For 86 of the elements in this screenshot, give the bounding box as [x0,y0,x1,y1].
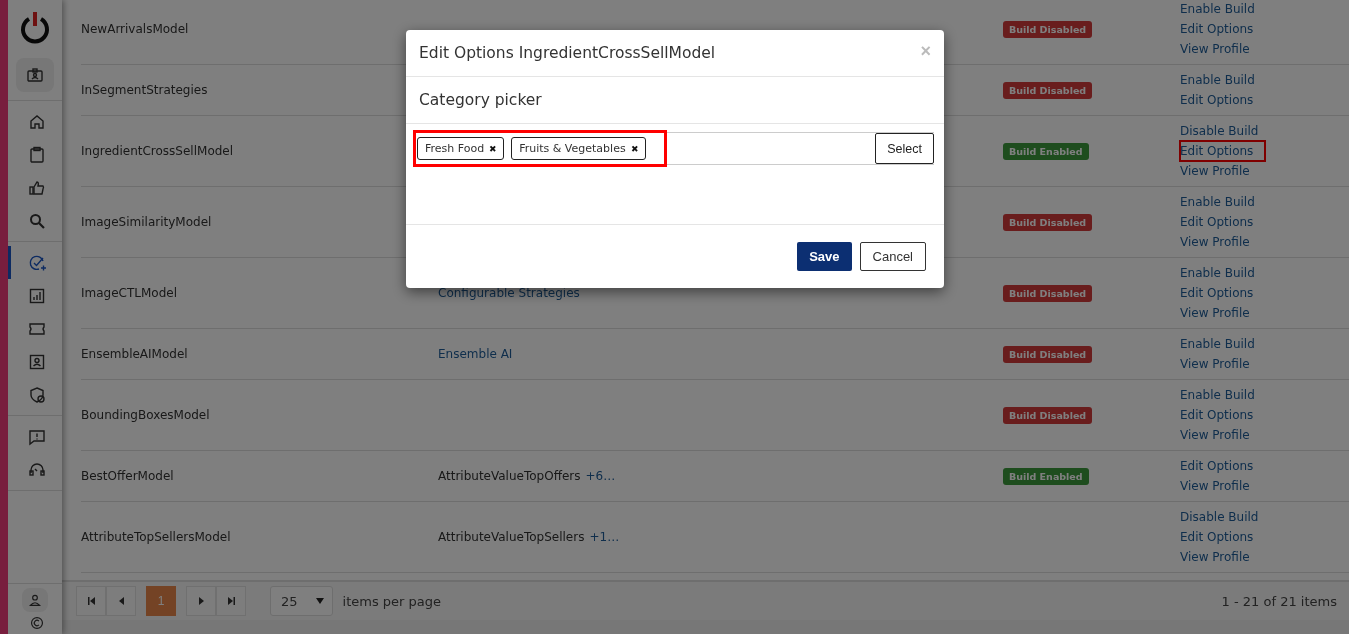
remove-button[interactable]: ✖ [489,143,498,154]
status-badge: Build Disabled [1003,214,1093,231]
next-page-button[interactable] [186,586,216,616]
skip-icon [226,597,236,605]
page-button[interactable]: 1 [146,586,176,616]
cancel-button[interactable]: Cancel [859,242,926,271]
chip-label: Fruits & Vegetables [519,142,626,155]
sidebar-item[interactable] [22,588,48,612]
page-size-label: items per page [342,593,442,609]
status-badge: Build Disabled [1003,346,1093,363]
badge-icon [26,66,44,84]
power-logo-icon [20,12,50,44]
status-badge: Build Disabled [1003,21,1093,38]
select-button[interactable]: Select [875,133,934,164]
model-name: ImageCTLModel [81,286,177,300]
model-name: EnsembleAIModel [81,347,188,361]
category-field[interactable]: Fresh Food ✖ Fruits & Vegetables ✖ Select [416,132,934,165]
action-link[interactable]: View Profile [1180,232,1252,252]
action-link[interactable]: Edit Options [1180,212,1256,232]
user-icon [28,593,42,607]
checkplus-icon [27,253,46,272]
first-page-button[interactable] [76,586,106,616]
action-link[interactable]: Disable Build [1180,121,1261,141]
status-badge: Build Disabled [1003,285,1093,302]
action-link[interactable]: Edit Options [1180,527,1256,547]
strategy-name: AttributeValueTopSellers [438,530,585,544]
prev-page-button[interactable] [106,586,136,616]
status-badge: Build Enabled [1003,143,1089,160]
model-name: BoundingBoxesModel [81,408,210,422]
action-link[interactable]: Edit Options [1180,283,1256,303]
last-page-button[interactable] [216,586,246,616]
shield-icon [27,385,46,404]
action-link[interactable]: Edit Options [1180,90,1256,110]
action-link[interactable]: Enable Build [1180,192,1257,212]
message-icon [27,427,46,446]
caret-icon [315,598,324,604]
modal-title: Edit Options IngredientCrossSellModel [419,44,716,62]
search-icon [27,211,46,230]
more-link[interactable]: +6… [585,469,616,483]
sidebar-item[interactable] [16,58,54,92]
action-link[interactable]: View Profile [1180,303,1252,323]
more-link[interactable]: +1… [589,530,620,544]
model-name: ImageSimilarityModel [81,215,212,229]
status-badge: Build Disabled [1003,82,1093,99]
action-link[interactable]: Enable Build [1180,334,1257,354]
status-badge: Build Enabled [1003,468,1089,485]
status-badge: Build Disabled [1003,407,1093,424]
page-size-select[interactable]: 25 [270,586,333,616]
section-title: Category picker [419,91,542,109]
items-summary: 1 - 21 of 21 items [1221,593,1337,609]
action-link[interactable]: View Profile [1180,354,1252,374]
copyright-icon [29,616,44,630]
model-name: InSegmentStrategies [81,83,208,97]
action-link[interactable]: View Profile [1180,476,1252,496]
action-link[interactable]: View Profile [1180,547,1252,567]
save-button[interactable]: Save [797,242,852,271]
action-link[interactable]: View Profile [1180,161,1252,181]
model-name: BestOfferModel [81,469,174,483]
clipboard-icon [27,145,46,164]
model-name: AttributeTopSellersModel [81,530,231,544]
chip-label: Fresh Food [425,142,485,155]
model-name: IngredientCrossSellModel [81,144,234,158]
action-link[interactable]: Edit Options [1180,141,1266,161]
strategy-link[interactable]: Ensemble AI [438,347,513,361]
action-link[interactable]: Enable Build [1180,263,1257,283]
contact-icon [27,352,46,371]
action-link[interactable]: Disable Build [1180,507,1261,527]
action-link[interactable]: Enable Build [1180,385,1257,405]
action-link[interactable]: Edit Options [1180,19,1256,39]
chart-icon [27,286,46,305]
action-link[interactable]: Edit Options [1180,456,1256,476]
headset-icon [27,460,46,479]
thumb-icon [27,178,46,197]
skip-icon [86,597,96,605]
triangle-icon [196,597,206,605]
strategy-name: AttributeValueTopOffers [438,469,581,483]
action-link[interactable]: Enable Build [1180,0,1257,19]
remove-button[interactable]: ✖ [630,143,639,154]
model-name: NewArrivalsModel [81,22,189,36]
close-button[interactable]: × [920,44,931,58]
action-link[interactable]: Edit Options [1180,405,1256,425]
strategy-link[interactable]: Configurable Strategies [438,286,580,300]
action-link[interactable]: View Profile [1180,39,1252,59]
action-link[interactable]: View Profile [1180,425,1252,445]
action-link[interactable]: Enable Build [1180,70,1257,90]
home-icon [27,112,46,131]
